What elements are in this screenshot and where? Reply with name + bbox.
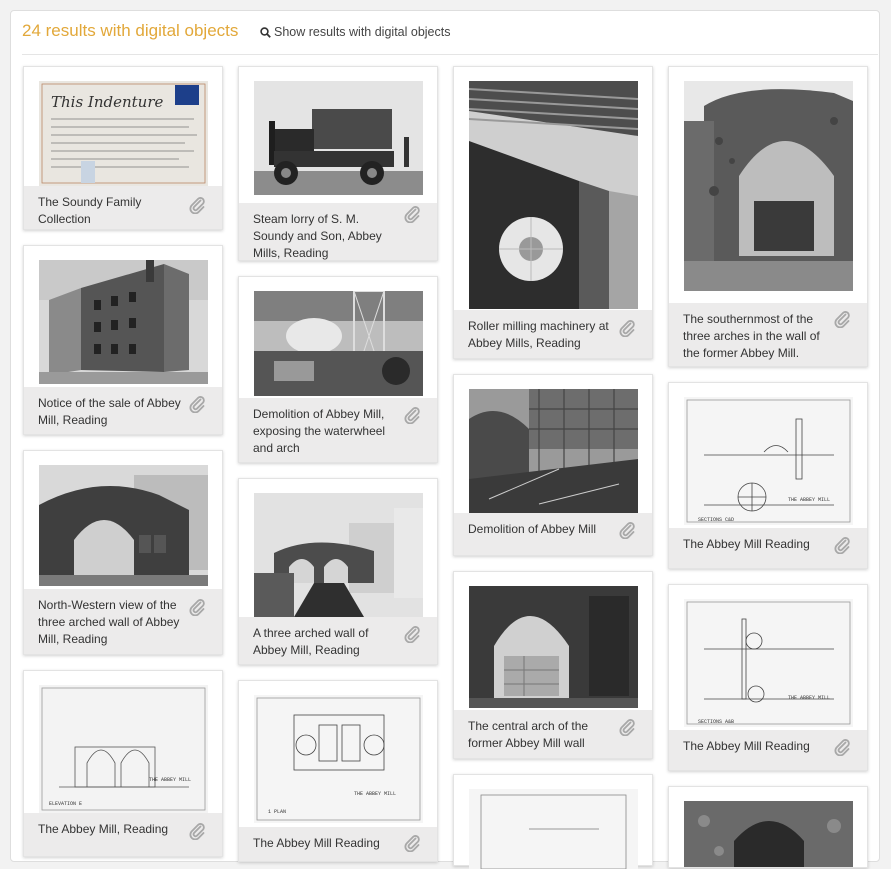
- paperclip-icon: [403, 834, 421, 853]
- paperclip-icon: [618, 718, 636, 737]
- paperclip-icon: [833, 310, 851, 329]
- svg-text:THE ABBEY MILL: THE ABBEY MILL: [354, 791, 396, 797]
- result-card[interactable]: Steam lorry of S. M. Soundy and Son, Abb…: [238, 66, 438, 261]
- result-thumbnail: [39, 260, 208, 384]
- paperclip-icon: [833, 536, 851, 555]
- paperclip-icon: [188, 822, 206, 841]
- paperclip-icon: [188, 598, 206, 617]
- result-thumbnail: THE ABBEY MILL ELEVATION E: [39, 685, 208, 813]
- svg-text:SECTIONS C&D: SECTIONS C&D: [698, 517, 734, 523]
- result-card[interactable]: Notice of the sale of Abbey Mill, Readin…: [23, 245, 223, 435]
- result-card[interactable]: THE ABBEY MILL ELEVATION E The Abbey Mil…: [23, 670, 223, 857]
- show-digital-objects-label: Show results with digital objects: [274, 25, 451, 39]
- result-card[interactable]: [453, 774, 653, 869]
- result-thumbnail: [39, 465, 208, 586]
- result-thumbnail: [254, 291, 423, 396]
- paperclip-icon: [403, 205, 421, 224]
- result-thumbnail: THE ABBEY MILL SECTIONS A&B: [684, 599, 853, 727]
- paperclip-icon: [188, 395, 206, 414]
- result-card[interactable]: THE ABBEY MILL SECTIONS C&D The Abbey Mi…: [668, 382, 868, 569]
- result-card[interactable]: The southernmost of the three arches in …: [668, 66, 868, 367]
- result-card[interactable]: Demolition of Abbey Mill, exposing the w…: [238, 276, 438, 463]
- results-header: 24 results with digital objects Show res…: [22, 10, 878, 55]
- svg-text:ELEVATION E: ELEVATION E: [49, 801, 82, 807]
- show-digital-objects-link[interactable]: Show results with digital objects: [260, 25, 450, 39]
- result-thumbnail: [469, 789, 638, 869]
- results-count-title: 24 results with digital objects: [22, 21, 239, 40]
- search-icon: [260, 27, 271, 38]
- result-thumbnail: [684, 81, 853, 291]
- svg-text:THE ABBEY MILL: THE ABBEY MILL: [149, 777, 191, 783]
- result-card[interactable]: The central arch of the former Abbey Mil…: [453, 571, 653, 759]
- result-card[interactable]: Roller milling machinery at Abbey Mills,…: [453, 66, 653, 359]
- result-card[interactable]: [668, 786, 868, 868]
- result-thumbnail: [469, 81, 638, 309]
- svg-text:THE ABBEY MILL: THE ABBEY MILL: [788, 695, 830, 701]
- result-thumbnail: [469, 586, 638, 708]
- paperclip-icon: [618, 521, 636, 540]
- result-card[interactable]: THE ABBEY MILL 1 PLAN The Abbey Mill Rea…: [238, 680, 438, 862]
- result-thumbnail: [254, 81, 423, 195]
- paperclip-icon: [403, 406, 421, 425]
- paperclip-icon: [403, 625, 421, 644]
- paperclip-icon: [833, 738, 851, 757]
- result-card[interactable]: This Indenture The Soundy Family Collect…: [23, 66, 223, 230]
- svg-text:1 PLAN: 1 PLAN: [268, 809, 286, 815]
- result-thumbnail: [254, 493, 423, 617]
- svg-text:THE ABBEY MILL: THE ABBEY MILL: [788, 497, 830, 503]
- result-card[interactable]: THE ABBEY MILL SECTIONS A&B The Abbey Mi…: [668, 584, 868, 771]
- svg-text:SECTIONS A&B: SECTIONS A&B: [698, 719, 734, 725]
- result-thumbnail: THE ABBEY MILL SECTIONS C&D: [684, 397, 853, 525]
- paperclip-icon: [618, 319, 636, 338]
- result-card[interactable]: North-Western view of the three arched w…: [23, 450, 223, 655]
- paperclip-icon: [188, 196, 206, 215]
- result-card[interactable]: Demolition of Abbey Mill: [453, 374, 653, 556]
- result-thumbnail: [469, 389, 638, 513]
- result-card[interactable]: A three arched wall of Abbey Mill, Readi…: [238, 478, 438, 665]
- result-thumbnail: [684, 801, 853, 867]
- result-thumbnail: THE ABBEY MILL 1 PLAN: [254, 695, 423, 823]
